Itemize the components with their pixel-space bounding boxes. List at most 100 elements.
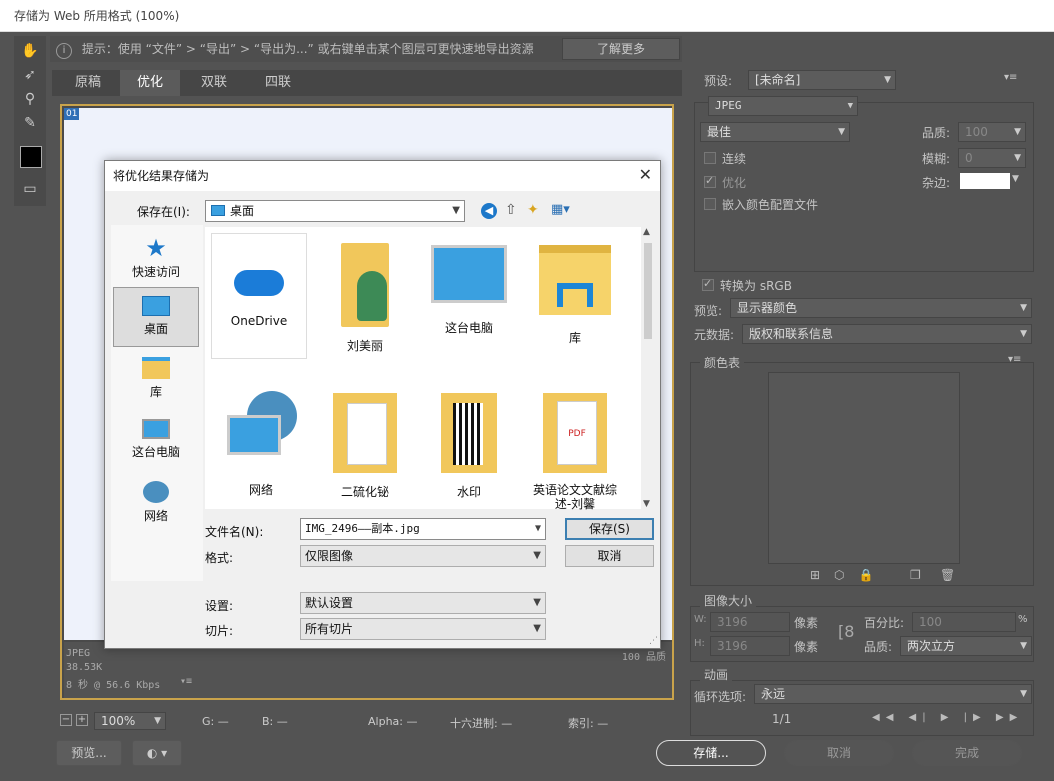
tab-4up[interactable]: 四联 xyxy=(248,70,308,96)
onedrive-cloud-icon xyxy=(234,270,284,296)
preview-button[interactable]: 预览... xyxy=(56,740,122,766)
computer-icon xyxy=(142,419,170,439)
filename-label: 文件名(N): xyxy=(205,525,264,539)
close-icon[interactable]: ✕ xyxy=(639,165,652,184)
new-color-icon[interactable]: ❐ xyxy=(910,568,921,582)
constrain-link-icon[interactable]: [8 xyxy=(838,622,854,641)
file-item[interactable]: 库 xyxy=(525,239,625,346)
quality-preset-select[interactable]: 最佳 ▼ xyxy=(700,122,850,142)
alpha-readout: Alpha: — xyxy=(368,715,418,728)
file-item[interactable]: 刘美丽 xyxy=(315,239,415,354)
place-network[interactable]: 网络 xyxy=(113,479,199,524)
file-item[interactable]: 二硫化铋 xyxy=(315,393,415,500)
library-icon xyxy=(142,357,170,379)
matte-dropdown-icon[interactable]: ▼ xyxy=(1012,174,1019,184)
zoom-tool-icon[interactable]: ⚲ xyxy=(18,88,42,110)
filename-input[interactable]: IMG_2496——副本.jpg ▼ xyxy=(300,518,546,540)
zoom-select[interactable]: 100% ▼ xyxy=(94,712,166,730)
slice-select-tool-icon[interactable]: ➶ xyxy=(18,64,42,86)
format-label: 格式: xyxy=(205,551,234,565)
animation-controls[interactable]: ◀◀ ◀| ▶ |▶ ▶▶ xyxy=(872,712,1023,723)
percent-input[interactable]: 100 xyxy=(912,612,1016,632)
convert-srgb-checkbox[interactable] xyxy=(702,277,714,291)
color-table-title: 颜色表 xyxy=(700,354,745,371)
eyedropper-color-swatch[interactable] xyxy=(20,146,42,168)
cancel-button[interactable]: 取消 xyxy=(784,740,894,766)
settings-select[interactable]: 默认设置 ▼ xyxy=(300,592,546,614)
info-icon: i xyxy=(56,43,72,59)
file-list: OneDrive 刘美丽 这台电脑 库 网络 二硫化铋 水印 PDF 英语论文文… xyxy=(205,227,655,511)
file-item[interactable]: PDF 英语论文文献综述-刘馨 xyxy=(525,393,625,511)
delete-color-icon[interactable]: 🗑 xyxy=(940,568,955,582)
color-table-grid[interactable] xyxy=(768,372,960,564)
scrollbar-thumb[interactable] xyxy=(644,243,652,339)
quality-input[interactable]: 100 ▼ xyxy=(958,122,1026,142)
embed-profile-checkbox[interactable] xyxy=(704,198,716,210)
scroll-down-icon[interactable]: ▼ xyxy=(643,499,650,509)
slices-label: 切片: xyxy=(205,624,234,638)
tab-original[interactable]: 原稿 xyxy=(56,70,120,96)
place-this-pc[interactable]: 这台电脑 xyxy=(113,417,199,460)
network-icon xyxy=(221,391,301,471)
preview-select[interactable]: 显示器颜色 ▼ xyxy=(730,298,1032,318)
preset-select[interactable]: [未命名] ▼ xyxy=(748,70,896,90)
learn-more-button[interactable]: 了解更多 xyxy=(562,38,680,60)
save-in-select[interactable]: 桌面 ▼ xyxy=(205,200,465,222)
info-filesize: 38.53K xyxy=(66,662,103,673)
color-table-tools[interactable]: ⊞⬡🔒 xyxy=(810,568,887,582)
user-folder-icon xyxy=(341,243,389,327)
view-menu-icon[interactable]: ▦▾ xyxy=(551,202,570,217)
library-icon xyxy=(539,245,611,315)
file-item[interactable]: 水印 xyxy=(419,393,519,500)
slices-select[interactable]: 所有切片 ▼ xyxy=(300,618,546,640)
done-button[interactable]: 完成 xyxy=(912,740,1022,766)
toggle-slices-icon[interactable]: ▭ xyxy=(18,178,42,200)
dialog-cancel-button[interactable]: 取消 xyxy=(565,545,654,567)
resize-grip-icon[interactable]: ⋰ xyxy=(649,636,658,646)
hint-text: 提示：使用 “文件” > “导出” > “导出为...” 或右键单击某个图层可更… xyxy=(81,42,534,56)
tab-2up[interactable]: 双联 xyxy=(184,70,244,96)
preset-menu-icon[interactable]: ▾≡ xyxy=(1004,72,1017,83)
file-item[interactable]: 这台电脑 xyxy=(419,239,519,336)
optimized-checkbox[interactable] xyxy=(704,174,716,188)
eyedropper-tool-icon[interactable]: ✎ xyxy=(18,112,42,134)
resample-select[interactable]: 两次立方 ▼ xyxy=(900,636,1032,656)
blur-input[interactable]: 0 ▼ xyxy=(958,148,1026,168)
file-list-scrollbar[interactable]: ▲ ▼ xyxy=(641,227,655,509)
new-folder-icon[interactable]: ✦ xyxy=(527,202,539,218)
file-item[interactable]: OneDrive xyxy=(211,233,307,359)
format-select[interactable]: 仅限图像 ▼ xyxy=(300,545,546,567)
height-input[interactable]: 3196 xyxy=(710,636,790,656)
hand-tool-icon[interactable]: ✋ xyxy=(18,40,42,62)
file-item[interactable]: 网络 xyxy=(211,387,311,498)
dialog-save-button[interactable]: 保存(S) xyxy=(565,518,654,540)
color-table-menu-icon[interactable]: ▾≡ xyxy=(1008,354,1021,365)
info-download-time: 8 秒 @ 56.6 Kbps xyxy=(66,680,161,691)
network-globe-icon xyxy=(143,481,169,503)
zoom-in-icon[interactable]: + xyxy=(76,714,88,726)
tab-optimized[interactable]: 优化 xyxy=(120,70,180,96)
width-input[interactable]: 3196 xyxy=(710,612,790,632)
loop-select[interactable]: 永远 ▼ xyxy=(754,684,1032,704)
browser-icon: ◐ ▾ xyxy=(146,746,168,760)
up-folder-icon[interactable]: ⇧ xyxy=(505,202,517,218)
back-icon[interactable]: ◀ xyxy=(481,203,497,219)
metadata-select[interactable]: 版权和联系信息 ▼ xyxy=(742,324,1032,344)
embed-profile-label: 嵌入颜色配置文件 xyxy=(722,198,819,212)
save-button[interactable]: 存储... xyxy=(656,740,766,766)
matte-swatch[interactable] xyxy=(960,173,1010,189)
image-size-title: 图像大小 xyxy=(700,592,757,609)
format-select[interactable]: JPEG ▼ xyxy=(708,96,858,116)
place-desktop[interactable]: 桌面 xyxy=(113,287,199,347)
zoom-out-icon[interactable]: − xyxy=(60,714,72,726)
scroll-up-icon[interactable]: ▲ xyxy=(643,227,650,237)
download-menu-icon[interactable]: ▾≡ xyxy=(180,676,192,687)
place-quick-access[interactable]: ★ 快速访问 xyxy=(113,233,199,280)
desktop-icon xyxy=(142,296,170,316)
percent-label: 百分比: xyxy=(864,616,905,630)
browser-preview-button[interactable]: ◐ ▾ xyxy=(132,740,182,766)
settings-label: 设置: xyxy=(205,599,234,613)
animation-title: 动画 xyxy=(700,666,733,683)
progressive-checkbox[interactable] xyxy=(704,152,716,164)
place-libraries[interactable]: 库 xyxy=(113,355,199,400)
